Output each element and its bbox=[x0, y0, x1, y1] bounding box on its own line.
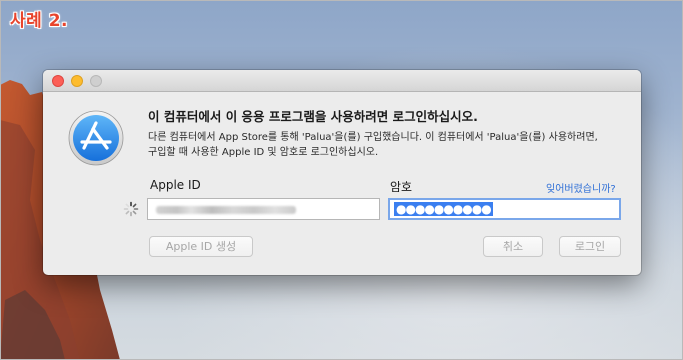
apple-id-label: Apple ID bbox=[150, 178, 201, 192]
login-button[interactable]: 로그인 bbox=[559, 236, 621, 257]
dialog-description: 다른 컴퓨터에서 App Store를 통해 'Palua'을(를) 구입했습니… bbox=[148, 130, 628, 160]
loading-spinner-icon bbox=[123, 201, 139, 217]
example-caption: 사례 2. bbox=[10, 11, 68, 31]
forgot-password-link[interactable]: 잊어버렸습니까? bbox=[546, 180, 616, 195]
cancel-button[interactable]: 취소 bbox=[483, 236, 543, 257]
apple-id-value-redacted bbox=[156, 206, 296, 214]
zoom-window-button[interactable] bbox=[90, 75, 102, 87]
password-label: 암호 bbox=[390, 180, 413, 194]
dialog-heading: 이 컴퓨터에서 이 응용 프로그램을 사용하려면 로그인하십시오. bbox=[148, 109, 478, 124]
app-store-icon bbox=[68, 110, 124, 166]
description-line-1: 다른 컴퓨터에서 App Store를 통해 'Palua'을(를) 구입했습니… bbox=[148, 132, 598, 143]
title-bar bbox=[43, 70, 641, 92]
close-window-button[interactable] bbox=[52, 75, 64, 87]
description-line-2: 구입할 때 사용한 Apple ID 및 암호로 로그인하십시오. bbox=[148, 147, 379, 158]
apple-id-field[interactable] bbox=[147, 198, 380, 220]
password-field[interactable]: ●●●●●●●●●● bbox=[388, 198, 621, 220]
login-dialog-window: 이 컴퓨터에서 이 응용 프로그램을 사용하려면 로그인하십시오. 다른 컴퓨터… bbox=[43, 70, 641, 275]
password-value: ●●●●●●●●●● bbox=[394, 202, 493, 216]
create-apple-id-button[interactable]: Apple ID 생성 bbox=[149, 236, 253, 257]
minimize-window-button[interactable] bbox=[71, 75, 83, 87]
